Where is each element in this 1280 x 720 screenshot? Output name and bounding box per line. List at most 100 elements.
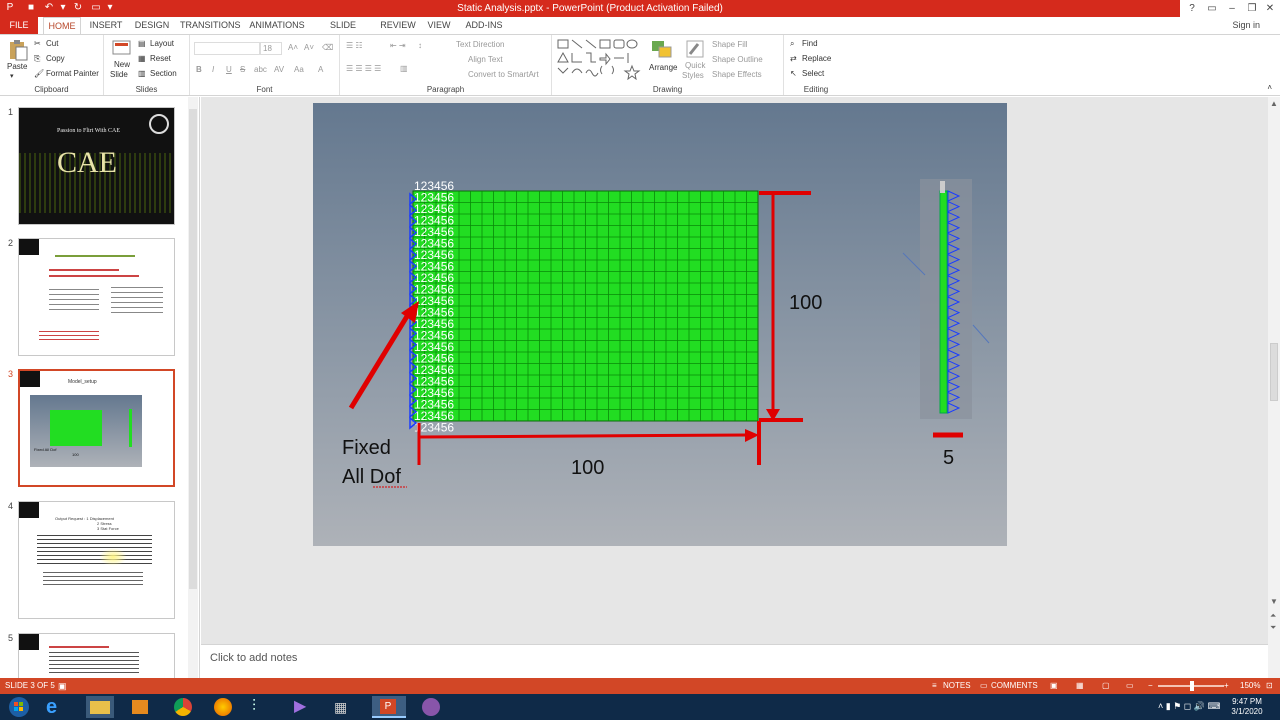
calculator-icon[interactable]: ▦ [334, 696, 362, 718]
character-spacing-button[interactable]: AV [274, 65, 284, 74]
app-icon[interactable] [418, 696, 446, 718]
select-button[interactable]: Select [802, 69, 824, 78]
tab-design[interactable]: DESIGN [133, 17, 171, 34]
tab-home[interactable]: HOME [43, 17, 81, 34]
file-explorer-icon[interactable] [86, 696, 114, 718]
bold-button[interactable]: B [196, 65, 202, 74]
paste-icon[interactable] [8, 39, 28, 61]
undo-icon[interactable]: ↶ [43, 2, 55, 14]
reading-view-icon[interactable]: ▢ [1102, 678, 1110, 694]
undo-dropdown-icon[interactable]: ▾ [57, 2, 69, 14]
change-case-button[interactable]: Aa [294, 65, 304, 74]
clock-time[interactable]: 9:47 PM [1226, 697, 1268, 706]
zoom-level[interactable]: 150% [1240, 678, 1260, 694]
arrange-icon[interactable] [650, 39, 674, 61]
ribbon-display-icon[interactable]: ▭ [1202, 0, 1222, 17]
italic-button[interactable]: I [212, 65, 214, 74]
notes-icon[interactable]: ≡ [932, 678, 937, 694]
tray-icons[interactable]: ˄ ▮ ⚑ ◻ 🔊 ⌨ [1158, 701, 1220, 712]
cut-icon[interactable]: ✂ [34, 39, 41, 48]
tab-view[interactable]: VIEW [424, 17, 454, 34]
internet-explorer-icon[interactable]: e [46, 696, 74, 718]
tab-slide-show[interactable]: SLIDE SHOW [316, 17, 370, 47]
fixed-label-line1[interactable]: Fixed [342, 437, 391, 459]
convert-smartart-button[interactable]: Convert to SmartArt [468, 70, 539, 79]
decrease-font-icon[interactable]: A˅ [304, 43, 314, 52]
normal-view-icon[interactable]: ▣ [1050, 678, 1058, 694]
new-slide-icon[interactable] [112, 39, 132, 57]
columns-icon[interactable]: ▥ [400, 64, 408, 73]
comments-icon[interactable]: ▭ [980, 678, 988, 694]
paste-button[interactable]: Paste [7, 62, 27, 71]
powerpoint-app-icon[interactable]: P [4, 2, 16, 14]
quick-styles-icon[interactable] [684, 38, 706, 60]
restore-icon[interactable]: ❐ [1242, 0, 1262, 17]
reset-icon[interactable]: ▦ [138, 54, 146, 63]
thumbnail-slide-1[interactable]: Passion to Flirt With CAE CAE [18, 107, 175, 225]
paste-dropdown-icon[interactable]: ▾ [10, 72, 14, 80]
slide-scrollbar-thumb[interactable] [1270, 343, 1278, 401]
cut-button[interactable]: Cut [46, 39, 58, 48]
fixed-label-line2[interactable]: All Dof [342, 466, 401, 488]
replace-icon[interactable]: ⇄ [790, 54, 797, 63]
shape-effects-button[interactable]: Shape Effects [712, 70, 762, 79]
tab-transitions[interactable]: TRANSITIONS [180, 17, 241, 34]
thumbnail-scrollbar-thumb[interactable] [189, 109, 197, 589]
format-painter-button[interactable]: Format Painter [46, 69, 99, 78]
shape-outline-button[interactable]: Shape Outline [712, 55, 763, 64]
select-icon[interactable]: ↖ [790, 69, 797, 78]
thumbnail-slide-2[interactable] [18, 238, 175, 356]
redo-icon[interactable]: ↻ [72, 2, 84, 14]
spelling-icon[interactable]: ▣ [58, 678, 67, 694]
section-icon[interactable]: ▥ [138, 69, 146, 78]
zoom-in-icon[interactable]: + [1224, 678, 1229, 694]
font-name-box[interactable] [194, 42, 260, 55]
thumbnail-scrollbar[interactable] [188, 97, 198, 678]
text-direction-button[interactable]: Text Direction [456, 40, 504, 49]
next-slide-icon[interactable]: ⏷ [1270, 623, 1276, 633]
fit-slide-icon[interactable]: ⊡ [1266, 678, 1273, 694]
notes-pane[interactable]: Click to add notes [201, 644, 1268, 678]
shapes-gallery[interactable] [556, 38, 642, 80]
slide-scrollbar[interactable]: ▲ ▼ ⏶ ⏷ [1268, 97, 1280, 678]
chrome-icon[interactable] [170, 696, 198, 718]
clock-date[interactable]: 3/1/2020 [1226, 707, 1268, 716]
replace-button[interactable]: Replace [802, 54, 831, 63]
save-icon[interactable]: ■ [25, 2, 37, 14]
quick-styles-button[interactable]: Quick [685, 61, 705, 70]
hypermesh-icon[interactable]: ⫶ [252, 696, 280, 718]
tab-animations[interactable]: ANIMATIONS [248, 17, 306, 34]
increase-font-icon[interactable]: A˄ [288, 43, 298, 52]
thumbnail-slide-3[interactable]: Model_setup Fixed All Dof 100 [18, 369, 175, 487]
indent-icon[interactable]: ⇤ ⇥ [390, 41, 406, 50]
find-icon[interactable]: ⌕ [790, 39, 794, 49]
quick-styles-button-line2[interactable]: Styles [682, 71, 704, 80]
arrange-button[interactable]: Arrange [649, 63, 677, 72]
layout-icon[interactable]: ▤ [138, 39, 146, 48]
line-spacing-icon[interactable]: ↕ [418, 41, 422, 50]
zoom-out-icon[interactable]: − [1148, 678, 1153, 694]
tab-add-ins[interactable]: ADD-INS [462, 17, 506, 34]
thumbnail-slide-5[interactable] [18, 633, 175, 678]
slideshow-view-icon[interactable]: ▭ [1126, 678, 1134, 694]
width-dimension-label[interactable]: 100 [571, 457, 604, 479]
help-button[interactable]: ? [1182, 0, 1202, 17]
previous-slide-icon[interactable]: ⏶ [1270, 611, 1276, 621]
slide-sorter-icon[interactable]: ▦ [1076, 678, 1084, 694]
thumbnail-slide-4[interactable]: Output Request : 1 Displacement 2 Stress… [18, 501, 175, 619]
bullets-icon[interactable]: ☰ ☷ [346, 41, 363, 50]
firefox-icon[interactable] [210, 696, 238, 718]
format-painter-icon[interactable]: 🖌 [34, 69, 44, 78]
text-shadow-button[interactable]: abc [254, 65, 267, 74]
height-dimension-label[interactable]: 100 [789, 292, 822, 314]
windows-start-icon[interactable] [6, 696, 34, 718]
comments-toggle[interactable]: COMMENTS [991, 678, 1038, 694]
notes-toggle[interactable]: NOTES [943, 678, 971, 694]
layout-button[interactable]: Layout [150, 39, 174, 48]
tab-review[interactable]: REVIEW [380, 17, 416, 34]
reset-button[interactable]: Reset [150, 54, 171, 63]
close-icon[interactable]: ✕ [1260, 0, 1280, 17]
thickness-dimension-label[interactable]: 5 [943, 447, 954, 469]
minimize-icon[interactable]: – [1222, 0, 1242, 17]
zoom-slider-thumb[interactable] [1190, 681, 1194, 691]
